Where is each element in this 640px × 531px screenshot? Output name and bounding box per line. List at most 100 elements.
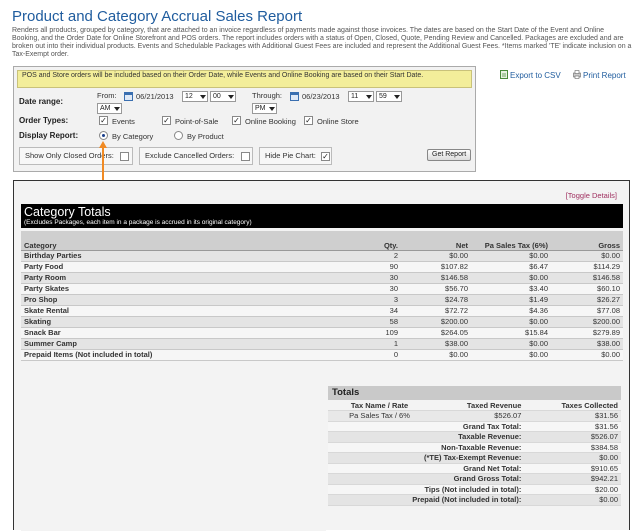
date-range-label: Date range:: [19, 97, 64, 106]
qty-cell: 58: [321, 316, 401, 328]
show-closed-box: Show Only Closed Orders:: [19, 147, 133, 165]
point-of-sale-checkbox[interactable]: ✓: [162, 116, 171, 125]
qty-cell: 34: [321, 305, 401, 317]
qty-cell: 90: [321, 261, 401, 273]
tax-cell: $4.36: [471, 305, 551, 317]
from-label: From:: [97, 91, 117, 100]
net-cell: $107.82: [401, 261, 471, 273]
category-table: Category Qty. Net Pa Sales Tax (6%) Gros…: [21, 231, 623, 361]
col-tax[interactable]: Pa Sales Tax (6%): [471, 231, 551, 251]
summary-label: Taxable Revenue:: [328, 431, 525, 443]
table-row: Snack Bar 109 $264.05 $15.84 $279.89: [21, 327, 623, 339]
col-gross[interactable]: Gross: [551, 231, 623, 251]
from-minute-select[interactable]: 00: [210, 91, 236, 102]
by-category-label: By Category: [112, 132, 154, 141]
net-cell: $264.05: [401, 327, 471, 339]
gross-cell: $0.00: [551, 250, 623, 262]
summary-value: $942.21: [524, 473, 621, 485]
section-title: Category Totals: [24, 205, 111, 219]
category-cell: Party Room: [21, 272, 321, 284]
net-cell: $0.00: [401, 250, 471, 262]
summary-label: Tips (Not included in total):: [328, 484, 525, 495]
summary-value: $31.56: [524, 421, 621, 432]
summary-row: (*TE) Tax-Exempt Revenue: $0.00: [328, 452, 621, 464]
col-category[interactable]: Category: [21, 231, 321, 251]
from-ampm-select[interactable]: AM: [97, 103, 122, 114]
report-description: Renders all products, grouped by categor…: [12, 27, 632, 58]
totals-header-cell: Taxes Collected: [524, 400, 621, 411]
point-of-sale-label: Point-of-Sale: [175, 117, 219, 126]
col-net[interactable]: Net: [401, 231, 471, 251]
orange-arrow-icon: [99, 141, 107, 185]
through-label: Through:: [252, 91, 283, 100]
toggle-details-link[interactable]: [Toggle Details]: [566, 191, 617, 200]
category-cell: Prepaid Items (Not included in total): [21, 349, 321, 361]
gross-cell: $200.00: [551, 316, 623, 328]
hide-pie-checkbox[interactable]: ✓: [321, 152, 330, 161]
col-qty[interactable]: Qty.: [321, 231, 401, 251]
qty-cell: 109: [321, 327, 401, 339]
summary-row: Grand Net Total: $910.65: [328, 463, 621, 474]
net-cell: $38.00: [401, 338, 471, 350]
summary-row: Prepaid (Not included in total): $0.00: [328, 494, 621, 506]
calendar-icon[interactable]: [290, 92, 299, 101]
gross-cell: $38.00: [551, 338, 623, 350]
table-row: Skate Rental 34 $72.72 $4.36 $77.08: [21, 305, 623, 317]
summary-label: Grand Net Total:: [328, 463, 525, 474]
table-row: Summer Camp 1 $38.00 $0.00 $38.00: [21, 338, 623, 350]
tax-rate-row: Pa Sales Tax / 6% $526.07 $31.56: [328, 410, 621, 422]
qty-cell: 30: [321, 283, 401, 295]
totals-header-cell: Tax Name / Rate: [328, 400, 432, 411]
gross-cell: $114.29: [551, 261, 623, 273]
get-report-button[interactable]: Get Report: [427, 149, 472, 161]
summary-row: Non-Taxable Revenue: $384.58: [328, 442, 621, 453]
export-csv-link[interactable]: Export to CSV: [500, 70, 561, 80]
through-minute-select[interactable]: 59: [376, 91, 402, 102]
by-product-radio[interactable]: [174, 131, 183, 140]
tax-cell: $0.00: [471, 349, 551, 361]
gross-cell: $0.00: [551, 349, 623, 361]
totals-title: Totals: [328, 386, 621, 400]
tax-rate-cell: $526.07: [431, 410, 525, 422]
events-checkbox[interactable]: ✓: [99, 116, 108, 125]
gross-cell: $60.10: [551, 283, 623, 295]
tax-cell: $1.49: [471, 294, 551, 306]
net-cell: $56.70: [401, 283, 471, 295]
calendar-icon[interactable]: [124, 92, 133, 101]
category-cell: Party Food: [21, 261, 321, 273]
through-hour-select[interactable]: 11: [348, 91, 374, 102]
summary-row: Grand Gross Total: $942.21: [328, 473, 621, 485]
online-store-checkbox[interactable]: ✓: [304, 116, 313, 125]
gross-cell: $279.89: [551, 327, 623, 339]
print-report-link[interactable]: Print Report: [573, 70, 626, 80]
table-row: Birthday Parties 2 $0.00 $0.00 $0.00: [21, 250, 623, 262]
exclude-cancelled-checkbox[interactable]: [241, 152, 250, 161]
summary-label: (*TE) Tax-Exempt Revenue:: [328, 452, 525, 464]
summary-value: $384.58: [524, 442, 621, 453]
through-ampm-select[interactable]: PM: [252, 103, 277, 114]
qty-cell: 3: [321, 294, 401, 306]
table-row: Pro Shop 3 $24.78 $1.49 $26.27: [21, 294, 623, 306]
totals-header-row: Tax Name / Rate Taxed Revenue Taxes Collec…: [328, 400, 621, 411]
totals-spacer: [21, 386, 326, 531]
tax-cell: $0.00: [471, 250, 551, 262]
from-hour-select[interactable]: 12: [182, 91, 208, 102]
table-row: Party Room 30 $146.58 $0.00 $146.58: [21, 272, 623, 284]
qty-cell: 2: [321, 250, 401, 262]
by-category-radio[interactable]: [99, 131, 108, 140]
category-cell: Snack Bar: [21, 327, 321, 339]
show-closed-checkbox[interactable]: [120, 152, 129, 161]
tax-cell: $6.47: [471, 261, 551, 273]
summary-label: Prepaid (Not included in total):: [328, 494, 525, 506]
by-product-label: By Product: [187, 132, 224, 141]
results-panel: [Toggle Details] Category Totals (Exclud…: [13, 180, 630, 531]
through-date[interactable]: 06/23/2013: [302, 92, 340, 101]
tax-cell: $0.00: [471, 272, 551, 284]
date-notice: POS and Store orders will be included ba…: [17, 70, 472, 88]
category-cell: Summer Camp: [21, 338, 321, 350]
online-booking-checkbox[interactable]: ✓: [232, 116, 241, 125]
tax-cell: $0.00: [471, 338, 551, 350]
summary-value: $526.07: [524, 431, 621, 443]
from-date[interactable]: 06/21/2013: [136, 92, 174, 101]
category-cell: Skate Rental: [21, 305, 321, 317]
